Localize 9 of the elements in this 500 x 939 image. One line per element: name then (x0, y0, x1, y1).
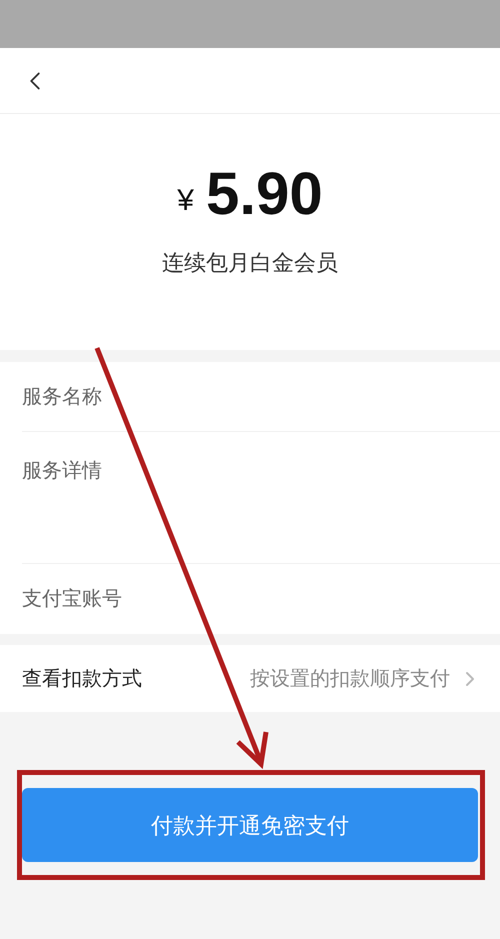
detail-label: 服务名称 (22, 384, 102, 410)
currency-symbol: ¥ (177, 186, 194, 216)
amount-text: 5.90 (206, 164, 323, 224)
product-name: 连续包月白金会员 (162, 249, 338, 277)
payment-method-label: 查看扣款方式 (22, 666, 142, 692)
detail-label: 服务详情 (22, 459, 102, 484)
detail-label: 支付宝账号 (22, 587, 122, 612)
payment-method-row[interactable]: 查看扣款方式 按设置的扣款顺序支付 (0, 645, 500, 712)
payment-method-value: 按设置的扣款顺序支付 (250, 666, 450, 692)
